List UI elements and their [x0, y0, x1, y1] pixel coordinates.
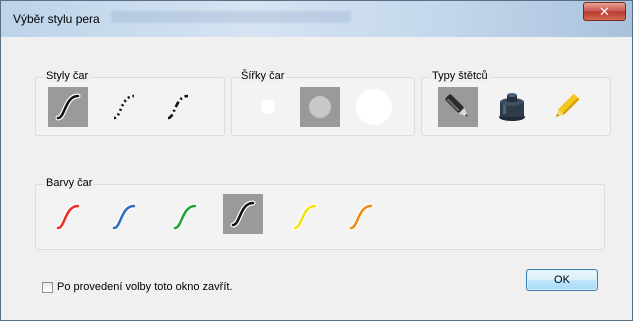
close-after-selection-label[interactable]: Po provedení volby toto okno zavřít.	[57, 281, 233, 293]
blue-line-icon	[111, 203, 137, 231]
medium-width-icon	[309, 96, 331, 118]
close-after-selection-checkbox[interactable]	[42, 282, 53, 293]
color-black[interactable]	[223, 194, 263, 234]
line-style-dash-dot[interactable]	[158, 87, 198, 127]
ok-button[interactable]: OK	[526, 269, 598, 291]
close-button[interactable]: ✕	[583, 2, 626, 21]
ink-pot-icon	[499, 93, 525, 121]
brush-ink-pot[interactable]	[492, 87, 532, 127]
color-blue[interactable]	[104, 197, 144, 237]
line-style-solid[interactable]	[48, 87, 88, 127]
thin-width-icon	[261, 100, 275, 114]
line-style-dotted[interactable]	[104, 87, 144, 127]
highlighter-icon	[556, 93, 580, 117]
color-green[interactable]	[165, 197, 205, 237]
title-bar-reflection	[111, 11, 351, 23]
pen-icon	[445, 94, 468, 117]
width-medium[interactable]	[300, 87, 340, 127]
orange-line-icon	[348, 203, 374, 231]
pen-style-dialog: Výběr stylu pera ✕ Styly čar Šířky čar T…	[0, 0, 633, 321]
title-bar[interactable]: Výběr stylu pera ✕	[1, 1, 632, 37]
line-widths-label: Šířky čar	[239, 70, 287, 82]
line-colors-label: Barvy čar	[44, 177, 95, 189]
dash-dot-line-icon	[167, 94, 189, 120]
brush-types-label: Typy štětců	[430, 70, 490, 82]
width-thin[interactable]	[248, 87, 288, 127]
red-line-icon	[55, 203, 81, 231]
black-line-icon	[230, 200, 256, 228]
window-title: Výběr stylu pera	[13, 12, 100, 26]
width-thick[interactable]	[354, 87, 394, 127]
green-line-icon	[172, 203, 198, 231]
yellow-line-icon	[292, 203, 318, 231]
solid-line-icon	[55, 93, 81, 121]
line-styles-label: Styly čar	[44, 70, 91, 82]
dotted-line-icon	[113, 94, 135, 120]
brush-pen[interactable]	[438, 87, 478, 127]
brush-highlighter[interactable]	[546, 87, 586, 127]
color-yellow[interactable]	[285, 197, 325, 237]
color-orange[interactable]	[341, 197, 381, 237]
thick-width-icon	[356, 89, 392, 125]
dialog-body: Styly čar Šířky čar Typy štětců Barvy ča…	[8, 37, 625, 315]
color-red[interactable]	[48, 197, 88, 237]
